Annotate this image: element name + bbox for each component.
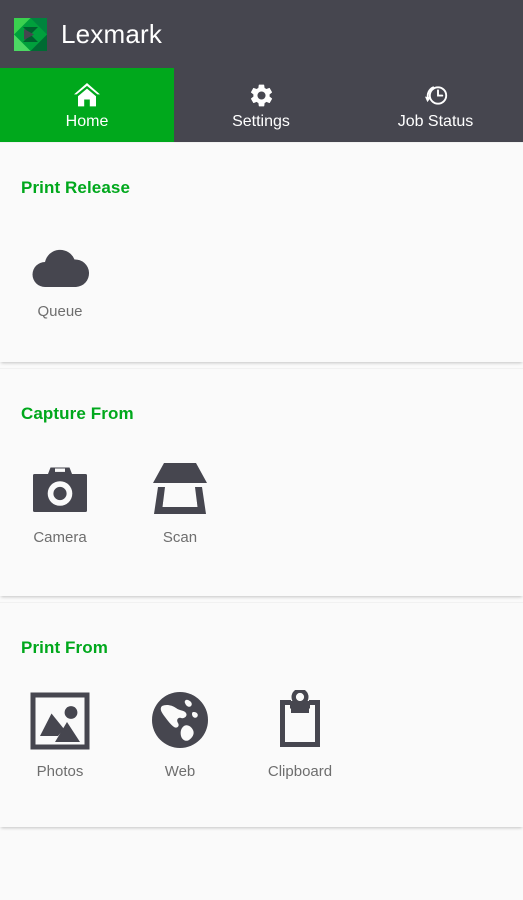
- home-content-scroll[interactable]: Print Release Queue Capture From Camera …: [0, 142, 523, 900]
- tile-web[interactable]: Web: [120, 686, 240, 779]
- scanner-icon: [149, 452, 211, 516]
- tile-clipboard[interactable]: Clipboard: [240, 686, 360, 779]
- camera-icon: [29, 452, 91, 516]
- tab-settings[interactable]: Settings: [174, 68, 348, 142]
- tab-job-status[interactable]: Job Status: [348, 68, 523, 142]
- tab-home[interactable]: Home: [0, 68, 174, 142]
- section-print-release-title: Print Release: [21, 178, 131, 197]
- section-print-from-tiles: Photos Web Clipboard: [0, 658, 523, 779]
- tab-bar: Home Settings Job Status: [0, 68, 523, 142]
- section-print-from-title: Print From: [21, 638, 108, 657]
- tile-queue-label: Queue: [37, 303, 83, 320]
- section-print-release: Print Release Queue: [0, 142, 523, 362]
- tab-job-status-label: Job Status: [397, 113, 474, 130]
- gear-icon: [248, 80, 275, 110]
- tile-camera[interactable]: Camera: [0, 452, 120, 545]
- tile-clipboard-label: Clipboard: [267, 763, 333, 780]
- home-icon: [73, 80, 101, 110]
- section-capture-from-tiles: Camera Scan: [0, 424, 523, 545]
- image-icon: [30, 686, 90, 750]
- globe-icon: [150, 686, 210, 750]
- clipboard-icon: [271, 686, 329, 750]
- section-print-release-tiles: Queue: [0, 198, 523, 319]
- tab-home-label: Home: [65, 113, 109, 130]
- tile-queue[interactable]: Queue: [0, 226, 120, 319]
- cloud-icon: [28, 226, 92, 290]
- section-capture-from-title: Capture From: [21, 404, 134, 423]
- tile-web-label: Web: [164, 763, 196, 780]
- section-capture-from: Capture From Camera Scan: [0, 368, 523, 596]
- tile-photos[interactable]: Photos: [0, 686, 120, 779]
- tile-scan-label: Scan: [162, 529, 198, 546]
- brand-title: Lexmark: [61, 19, 163, 49]
- tile-camera-label: Camera: [33, 529, 87, 546]
- lexmark-diamond-logo-icon: [14, 17, 47, 51]
- clock-history-icon: [422, 80, 450, 110]
- app-bar: Lexmark: [0, 0, 523, 68]
- tile-photos-label: Photos: [36, 763, 84, 780]
- tile-scan[interactable]: Scan: [120, 452, 240, 545]
- tab-settings-label: Settings: [232, 113, 290, 130]
- section-print-from: Print From Photos Web Clipboard: [0, 602, 523, 827]
